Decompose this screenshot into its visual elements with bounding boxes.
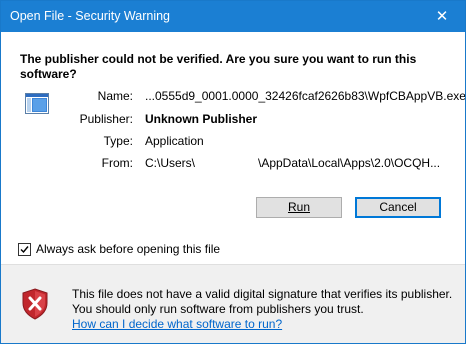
run-button-label: Run — [287, 200, 310, 214]
close-icon: ✕ — [435, 8, 449, 25]
publisher-value: Unknown Publisher — [145, 112, 258, 126]
window-title: Open File - Security Warning — [10, 9, 171, 23]
from-label: From: — [101, 156, 133, 170]
security-warning-dialog: Open File - Security Warning ✕ The publi… — [0, 0, 466, 344]
run-button[interactable]: Run — [256, 197, 342, 218]
title-bar[interactable]: Open File - Security Warning ✕ — [1, 1, 465, 32]
cancel-button[interactable]: Cancel — [355, 197, 441, 218]
type-label: Type: — [103, 134, 133, 148]
help-link[interactable]: How can I decide what software to run? — [72, 317, 282, 331]
close-button[interactable]: ✕ — [419, 1, 465, 32]
warning-body-text: This file does not have a valid digital … — [72, 287, 453, 316]
security-shield-x-icon — [21, 288, 49, 320]
cancel-button-label: Cancel — [379, 200, 417, 214]
warning-message: This file does not have a valid digital … — [72, 287, 457, 332]
name-value: ...0555d9_0001.0000_32426fcaf2626b83\Wpf… — [145, 89, 466, 103]
always-ask-checkbox[interactable] — [18, 243, 31, 256]
name-label: Name: — [97, 89, 133, 103]
dialog-body: The publisher could not be verified. Are… — [1, 32, 465, 343]
type-value: Application — [145, 134, 204, 148]
warning-panel: This file does not have a valid digital … — [1, 265, 465, 343]
from-value-suffix: \AppData\Local\Apps\2.0\OCQH... — [258, 156, 441, 170]
publisher-label: Publisher: — [79, 112, 133, 126]
from-value-prefix: C:\Users\ — [145, 156, 196, 170]
checkmark-icon — [20, 246, 29, 254]
verification-question: The publisher could not be verified. Are… — [20, 52, 417, 81]
always-ask-label: Always ask before opening this file — [36, 242, 221, 256]
